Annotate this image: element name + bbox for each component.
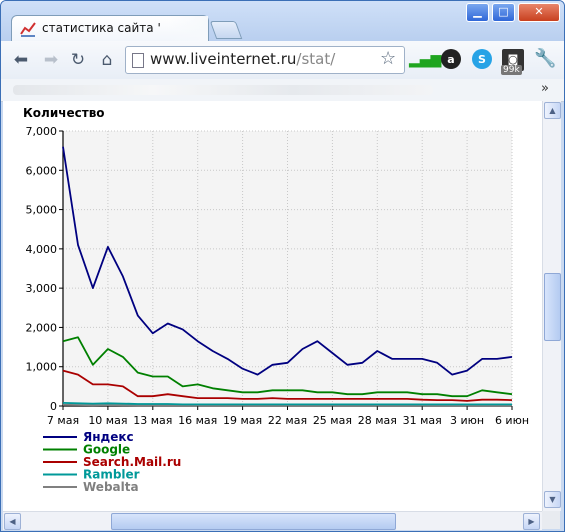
x-tick-label: 6 июн [495, 414, 529, 427]
scroll-left-button[interactable]: ◀ [4, 513, 21, 530]
url-text[interactable]: www.liveinternet.ru/stat/ [150, 50, 335, 68]
star-icon[interactable]: ☆ [380, 48, 396, 69]
maximize-button[interactable]: □ [492, 3, 515, 22]
x-tick-label: 7 мая [47, 414, 79, 427]
scroll-up-button[interactable]: ▲ [544, 102, 561, 119]
y-tick-label: 2,000 [26, 321, 58, 334]
legend-label: Webalta [83, 480, 139, 494]
x-tick-label: 19 мая [223, 414, 262, 427]
extension-a-icon[interactable]: a [441, 49, 461, 69]
x-tick-label: 31 мая [403, 414, 442, 427]
signal-bars-icon[interactable]: ▂▄▆ [409, 49, 441, 71]
horizontal-scroll-thumb[interactable] [111, 513, 396, 530]
title-bar: статистика сайта ' ▁ □ ✕ [1, 1, 564, 42]
home-icon[interactable]: ⌂ [97, 50, 117, 70]
statistics-chart: 0 1,000 2,000 3,000 4,000 5,000 6,000 7,000 7 м… [23, 106, 529, 494]
address-bar[interactable]: www.liveinternet.ru/stat/ ☆ [125, 46, 405, 74]
back-arrow-icon[interactable]: ⬅ [11, 50, 31, 70]
reload-icon[interactable]: ↻ [68, 50, 88, 70]
vertical-scrollbar[interactable]: ▲ ▼ [542, 101, 561, 511]
y-tick-label: 3,000 [26, 282, 58, 295]
x-tick-label: 16 мая [178, 414, 217, 427]
tab-title-fade [168, 16, 208, 42]
y-tick-label: 5,000 [26, 204, 58, 217]
minimize-button[interactable]: ▁ [466, 3, 489, 22]
bookmarks-bar: » [1, 79, 564, 102]
y-tick-label: 0 [50, 400, 57, 413]
x-tick-label: 22 мая [268, 414, 307, 427]
skype-icon[interactable]: S [472, 49, 492, 69]
y-tick-label: 7,000 [26, 125, 58, 138]
forward-arrow-icon[interactable]: ➡ [41, 50, 61, 70]
scrollbar-corner [542, 511, 560, 529]
y-tick-label: 6,000 [26, 164, 58, 177]
y-tick-label: 4,000 [26, 243, 58, 256]
y-tick-label: 1,000 [26, 361, 58, 374]
wrench-icon[interactable]: 🔧 [534, 48, 556, 69]
scroll-down-button[interactable]: ▼ [544, 491, 561, 508]
new-tab-button[interactable] [209, 21, 243, 39]
x-tick-label: 28 мая [358, 414, 397, 427]
url-path: /stat/ [296, 50, 336, 68]
close-window-button[interactable]: ✕ [518, 3, 560, 22]
bookmarks-blurred [13, 85, 433, 95]
vertical-scroll-thumb[interactable] [544, 273, 561, 341]
scroll-right-button[interactable]: ▶ [523, 513, 540, 530]
x-tick-label: 10 мая [88, 414, 127, 427]
url-host: www.liveinternet.ru [150, 50, 297, 68]
browser-tab[interactable]: статистика сайта ' [11, 15, 209, 42]
browser-window: статистика сайта ' ▁ □ ✕ ⬅ ➡ ↻ ⌂ www.liv… [0, 0, 565, 532]
navigation-toolbar: ⬅ ➡ ↻ ⌂ www.liveinternet.ru/stat/ ☆ ▂▄▆ … [1, 41, 564, 80]
chart-line-icon [20, 22, 36, 37]
x-tick-label: 13 мая [133, 414, 172, 427]
x-tick-label: 3 июн [450, 414, 484, 427]
y-axis-title: Количество [23, 106, 105, 120]
page-icon [132, 53, 144, 68]
page-content: 0 1,000 2,000 3,000 4,000 5,000 6,000 7,000 7 м… [3, 101, 542, 511]
bookmarks-more-button[interactable]: » [541, 81, 549, 96]
horizontal-scrollbar[interactable]: ◀ ▶ [3, 511, 542, 530]
extension-badge: 99k [501, 65, 522, 75]
x-tick-label: 25 мая [313, 414, 352, 427]
